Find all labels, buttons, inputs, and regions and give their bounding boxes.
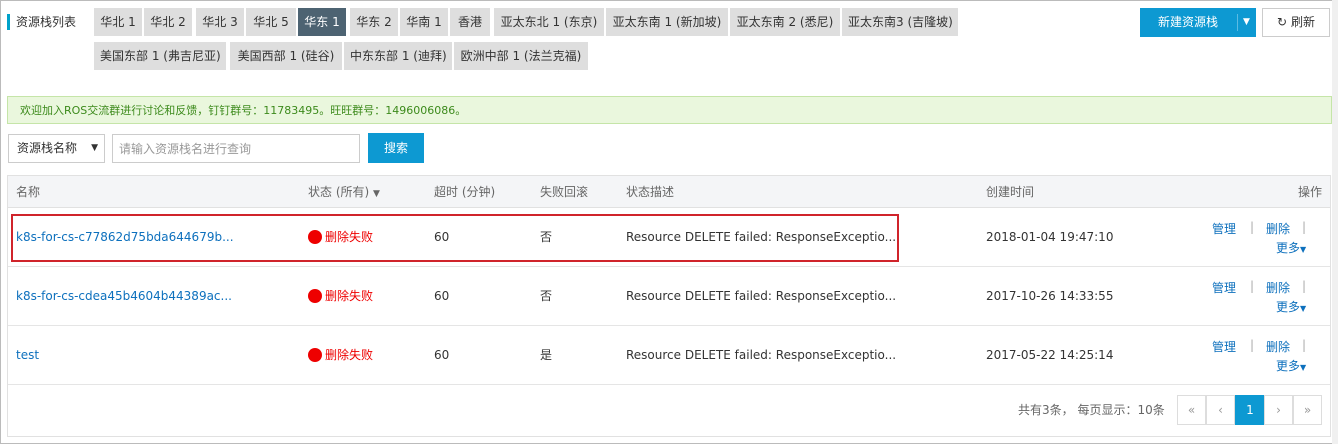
table-row: test 删除失败 60 是 Resource DELETE failed: Respo… xyxy=(8,326,1330,385)
stack-name-link[interactable]: k8s-for-cs-cdea45b4604b44389ac... xyxy=(16,267,232,325)
table-header: 名称 状态 (所有) ▼ 超时 (分钟) 失败回滚 状态描述 创建时间 操作 xyxy=(8,176,1330,208)
row-actions: 管理 | 删除 | 更多▼ xyxy=(1212,338,1322,378)
status-desc-cell: Resource DELETE failed: ResponseExceptio… xyxy=(626,348,897,362)
more-menu-link[interactable]: 更多▼ xyxy=(1276,298,1306,315)
region-tab[interactable]: 中东东部 1 (迪拜) xyxy=(344,42,452,70)
page-last-button[interactable]: » xyxy=(1293,395,1322,425)
created-time-cell: 2018-01-04 19:47:10 xyxy=(986,230,1114,244)
region-tab[interactable]: 亚太东南3 (吉隆坡) xyxy=(842,8,958,36)
button-divider xyxy=(1237,14,1238,31)
page-first-button[interactable]: « xyxy=(1177,395,1206,425)
table-row: k8s-for-cs-cdea45b4604b44389ac... 删除失败 60 否… xyxy=(8,267,1330,326)
more-label: 更多 xyxy=(1276,359,1301,373)
status-text: 删除失败 xyxy=(325,348,374,362)
status-desc-cell: Resource DELETE failed: ResponseExceptio… xyxy=(626,289,897,303)
scrollbar[interactable] xyxy=(1332,0,1338,444)
row-actions: 管理 | 删除 | 更多▼ xyxy=(1212,279,1322,319)
search-field-value: 资源栈名称 xyxy=(17,141,78,155)
header-timeout: 超时 (分钟) xyxy=(434,185,496,199)
page-current-button[interactable]: 1 xyxy=(1235,395,1265,425)
region-tab[interactable]: 华北 1 xyxy=(94,8,142,36)
manage-link[interactable]: 管理 xyxy=(1212,338,1236,355)
caret-down-icon: ▼ xyxy=(1300,245,1307,254)
timeout-cell: 60 xyxy=(434,289,450,303)
region-tab[interactable]: 华南 1 xyxy=(400,8,448,36)
timeout-cell: 60 xyxy=(434,348,450,362)
new-stack-button[interactable]: 新建资源栈 ▼ xyxy=(1140,8,1256,37)
region-tab[interactable]: 华北 3 xyxy=(196,8,244,36)
region-tab[interactable]: 亚太东南 2 (悉尼) xyxy=(730,8,840,36)
header-ops: 操作 xyxy=(1297,185,1322,199)
region-tab[interactable]: 香港 xyxy=(450,8,490,36)
refresh-label: 刷新 xyxy=(1290,15,1315,29)
refresh-icon: ↻ xyxy=(1277,15,1288,29)
delete-link[interactable]: 删除 xyxy=(1266,338,1290,355)
action-divider: | xyxy=(1250,220,1255,234)
more-menu-link[interactable]: 更多▼ xyxy=(1276,239,1306,256)
header-created: 创建时间 xyxy=(986,185,1035,199)
region-tab[interactable]: 华东 2 xyxy=(350,8,398,36)
caret-down-icon[interactable]: ▼ xyxy=(1243,15,1250,30)
region-tab[interactable]: 美国东部 1 (弗吉尼亚) xyxy=(94,42,226,70)
region-tab[interactable]: 华北 5 xyxy=(246,8,296,36)
new-stack-label: 新建资源栈 xyxy=(1157,15,1218,29)
error-dot-icon xyxy=(308,348,322,362)
page-title: 资源栈列表 xyxy=(7,14,76,30)
action-divider: | xyxy=(1250,338,1255,352)
created-time-cell: 2017-05-22 14:25:14 xyxy=(986,348,1114,362)
region-tab[interactable]: 亚太东北 1 (东京) xyxy=(494,8,604,36)
highlight-box xyxy=(11,214,899,262)
search-field-select[interactable]: 资源栈名称 ▼ xyxy=(8,134,105,163)
manage-link[interactable]: 管理 xyxy=(1212,220,1236,237)
action-divider: | xyxy=(1302,338,1307,352)
error-dot-icon xyxy=(308,289,322,303)
caret-down-icon: ▼ xyxy=(1300,304,1307,313)
delete-link[interactable]: 删除 xyxy=(1266,279,1290,296)
search-input[interactable] xyxy=(112,134,360,163)
refresh-button[interactable]: ↻ 刷新 xyxy=(1262,8,1330,37)
more-label: 更多 xyxy=(1276,300,1301,314)
region-tab[interactable]: 华东 1 xyxy=(298,8,346,36)
region-tab[interactable]: 美国西部 1 (硅谷) xyxy=(230,42,342,70)
rollback-cell: 否 xyxy=(540,289,553,303)
region-tab[interactable]: 欧洲中部 1 (法兰克福) xyxy=(454,42,588,70)
page-next-button[interactable]: › xyxy=(1264,395,1293,425)
action-divider: | xyxy=(1302,220,1307,234)
region-tab[interactable]: 亚太东南 1 (新加坡) xyxy=(606,8,728,36)
header-status[interactable]: 状态 (所有) ▼ xyxy=(308,176,380,210)
more-menu-link[interactable]: 更多▼ xyxy=(1276,357,1306,374)
header-desc: 状态描述 xyxy=(626,185,675,199)
header-rollback: 失败回滚 xyxy=(540,185,589,199)
region-tab[interactable]: 华北 2 xyxy=(144,8,192,36)
action-divider: | xyxy=(1250,279,1255,293)
search-button[interactable]: 搜索 xyxy=(368,133,424,163)
pagination-info: 共有3条， 每页显示：10条 xyxy=(1018,403,1165,417)
header-status-label: 状态 (所有) xyxy=(308,185,370,199)
header-name: 名称 xyxy=(16,185,41,199)
rollback-cell: 是 xyxy=(540,348,553,362)
row-actions: 管理 | 删除 | 更多▼ xyxy=(1212,220,1322,260)
notice-banner: 欢迎加入ROS交流群进行讨论和反馈，钉钉群号：11783495。旺旺群号：149… xyxy=(7,96,1332,124)
created-time-cell: 2017-10-26 14:33:55 xyxy=(986,289,1114,303)
status-text: 删除失败 xyxy=(325,289,374,303)
manage-link[interactable]: 管理 xyxy=(1212,279,1236,296)
stack-name-link[interactable]: test xyxy=(16,326,39,384)
caret-down-icon: ▼ xyxy=(1300,363,1307,372)
delete-link[interactable]: 删除 xyxy=(1266,220,1290,237)
status-cell: 删除失败 xyxy=(308,326,373,384)
action-divider: | xyxy=(1302,279,1307,293)
more-label: 更多 xyxy=(1276,241,1301,255)
sort-down-icon: ▼ xyxy=(373,189,380,199)
chevron-down-icon: ▼ xyxy=(91,143,98,153)
page-prev-button[interactable]: ‹ xyxy=(1206,395,1235,425)
status-cell: 删除失败 xyxy=(308,267,373,325)
